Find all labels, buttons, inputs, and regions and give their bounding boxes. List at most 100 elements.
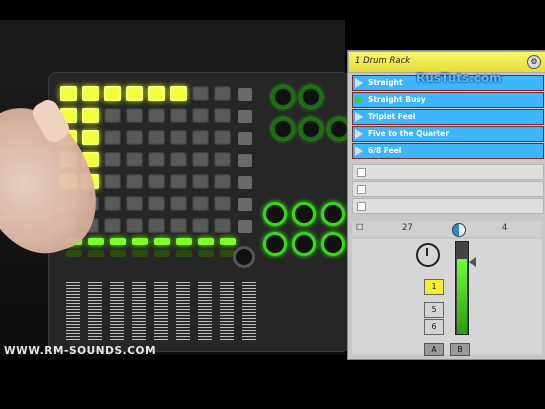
clip-pad[interactable] (170, 86, 187, 101)
play-icon[interactable] (355, 78, 363, 88)
clip-pad[interactable] (104, 174, 121, 189)
knob[interactable] (292, 202, 316, 226)
clip-pad[interactable] (214, 196, 231, 211)
key-6[interactable]: 6 (424, 319, 444, 335)
volume-arrow-icon[interactable] (469, 257, 476, 267)
clip-pad[interactable] (170, 130, 187, 145)
knob[interactable] (263, 232, 287, 256)
empty-chain-slot[interactable] (352, 164, 544, 180)
play-icon[interactable] (355, 129, 363, 139)
scene-launch-button[interactable] (238, 154, 252, 167)
clip-pad[interactable] (214, 86, 231, 101)
clip-pad[interactable] (82, 130, 99, 145)
clip-pad[interactable] (148, 130, 165, 145)
button-a[interactable]: A (424, 343, 444, 356)
clip-pad[interactable] (126, 152, 143, 167)
track-button[interactable] (176, 250, 192, 257)
chain-row[interactable]: 6/8 Feel (352, 143, 544, 159)
chain-row[interactable]: Five to the Quarter (352, 126, 544, 142)
drum-rack-header[interactable]: 1 Drum Rack ⚙ (348, 51, 545, 73)
clip-pad[interactable] (126, 130, 143, 145)
clip-pad[interactable] (104, 196, 121, 211)
track-button[interactable] (220, 238, 236, 245)
checkbox-icon[interactable]: ☐ (356, 223, 364, 233)
fader[interactable] (88, 282, 102, 342)
clip-pad[interactable] (148, 196, 165, 211)
clip-pad[interactable] (104, 130, 121, 145)
chain-send-value[interactable]: 4 (502, 223, 507, 233)
knob[interactable] (300, 118, 322, 140)
gear-icon[interactable]: ⚙ (527, 55, 541, 69)
track-button[interactable] (110, 250, 126, 257)
knob[interactable] (272, 118, 294, 140)
clip-pad[interactable] (192, 108, 209, 123)
scene-launch-button[interactable] (238, 88, 252, 101)
clip-pad[interactable] (170, 152, 187, 167)
clip-pad[interactable] (60, 86, 77, 101)
scene-launch-button[interactable] (238, 176, 252, 189)
fader[interactable] (242, 282, 256, 342)
clip-pad[interactable] (104, 152, 121, 167)
track-button[interactable] (132, 238, 148, 245)
fader[interactable] (176, 282, 190, 342)
clip-pad[interactable] (170, 196, 187, 211)
knob[interactable] (272, 86, 294, 108)
scene-launch-button[interactable] (238, 132, 252, 145)
knob[interactable] (292, 232, 316, 256)
checkbox-icon[interactable] (357, 168, 366, 177)
track-button[interactable] (132, 250, 148, 257)
clip-pad[interactable] (148, 152, 165, 167)
fader[interactable] (110, 282, 124, 342)
play-icon[interactable] (355, 95, 363, 105)
fader[interactable] (154, 282, 168, 342)
clip-pad[interactable] (148, 86, 165, 101)
scene-launch-button[interactable] (238, 220, 252, 233)
track-button[interactable] (176, 238, 192, 245)
track-button[interactable] (154, 238, 170, 245)
chain-row[interactable]: Straight Busy (352, 92, 544, 108)
clip-pad[interactable] (104, 108, 121, 123)
chain-volume-value[interactable]: 27 (402, 223, 413, 233)
clip-pad[interactable] (192, 130, 209, 145)
knob[interactable] (300, 86, 322, 108)
clip-pad[interactable] (192, 152, 209, 167)
button-b[interactable]: B (450, 343, 470, 356)
empty-chain-slot[interactable] (352, 181, 544, 197)
clip-pad[interactable] (148, 174, 165, 189)
clip-pad[interactable] (192, 196, 209, 211)
empty-chain-slot[interactable] (352, 198, 544, 214)
fader[interactable] (132, 282, 146, 342)
clip-pad[interactable] (170, 108, 187, 123)
clip-pad[interactable] (170, 174, 187, 189)
clip-pad[interactable] (148, 218, 165, 233)
clip-pad[interactable] (126, 218, 143, 233)
clip-pad[interactable] (214, 108, 231, 123)
clip-pad[interactable] (82, 108, 99, 123)
clip-pad[interactable] (192, 174, 209, 189)
scene-launch-button[interactable] (238, 198, 252, 211)
master-knob[interactable] (233, 246, 255, 268)
fader[interactable] (66, 282, 80, 342)
clip-pad[interactable] (214, 152, 231, 167)
track-button[interactable] (154, 250, 170, 257)
clip-pad[interactable] (148, 108, 165, 123)
checkbox-icon[interactable] (357, 185, 366, 194)
key-5[interactable]: 5 (424, 302, 444, 318)
track-button[interactable] (66, 250, 82, 257)
play-icon[interactable] (355, 146, 363, 156)
play-icon[interactable] (355, 112, 363, 122)
clip-pad[interactable] (192, 86, 209, 101)
clip-pad[interactable] (126, 196, 143, 211)
clip-pad[interactable] (104, 86, 121, 101)
knob[interactable] (263, 202, 287, 226)
pan-knob-icon[interactable] (452, 223, 466, 237)
clip-pad[interactable] (170, 218, 187, 233)
track-button[interactable] (88, 250, 104, 257)
fader[interactable] (220, 282, 234, 342)
clip-pad[interactable] (104, 218, 121, 233)
track-button[interactable] (198, 238, 214, 245)
clip-pad[interactable] (126, 86, 143, 101)
clip-pad[interactable] (192, 218, 209, 233)
fader[interactable] (198, 282, 212, 342)
clip-pad[interactable] (214, 130, 231, 145)
